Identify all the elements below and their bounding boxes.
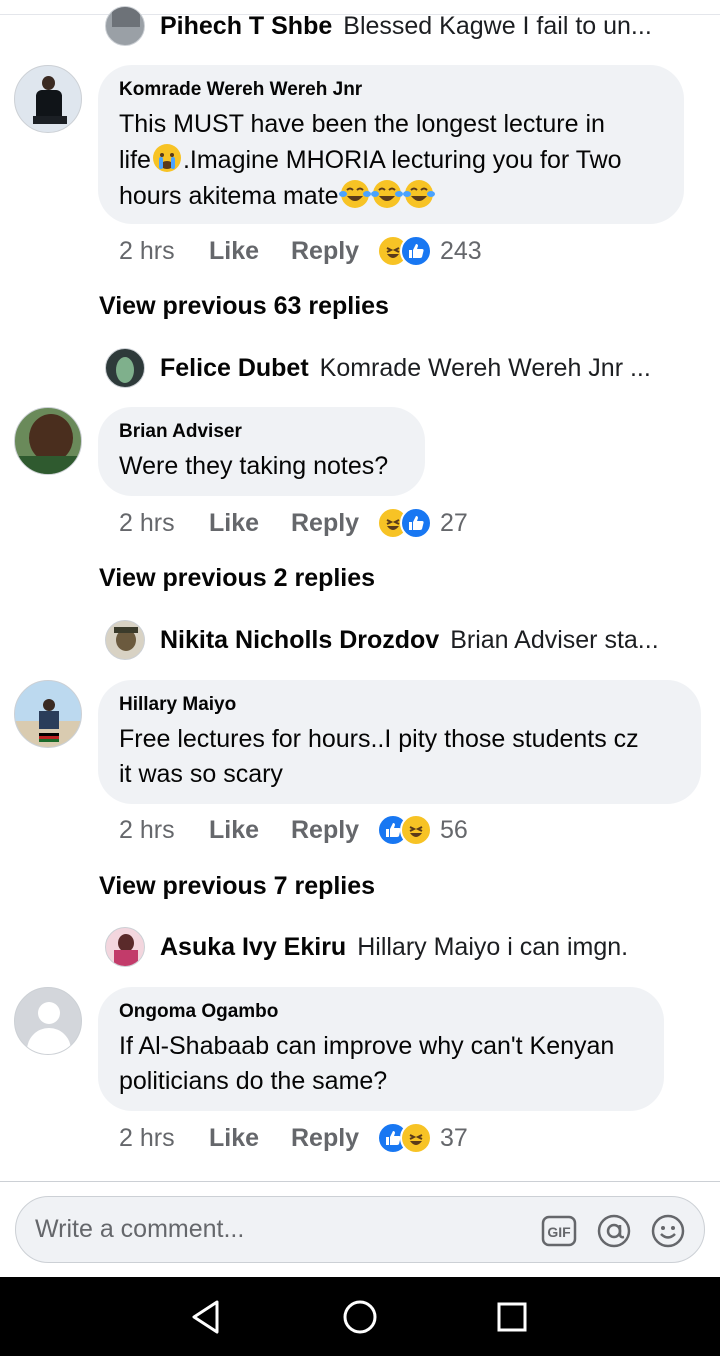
reply-preview[interactable]: Felice Dubet Komrade Wereh Wereh Jnr ...: [105, 348, 705, 388]
reaction-summary[interactable]: 37: [377, 1122, 468, 1154]
comment-bubble[interactable]: Brian Adviser Were they taking notes?: [98, 407, 425, 496]
view-previous-replies[interactable]: View previous 7 replies: [99, 872, 375, 901]
comment-author[interactable]: Hillary Maiyo: [119, 694, 679, 716]
view-previous-replies[interactable]: View previous 63 replies: [99, 292, 389, 321]
gif-icon[interactable]: GIF: [541, 1213, 577, 1249]
comment-text: This MUST have been the longest lecture …: [119, 110, 622, 210]
comment-text: Free lectures for hours..I pity those st…: [119, 725, 639, 788]
reply-preview[interactable]: Nikita Nicholls Drozdov Brian Adviser st…: [105, 620, 705, 660]
comment-author[interactable]: Brian Adviser: [119, 421, 403, 443]
reaction-count: 37: [440, 1123, 468, 1152]
comment-time[interactable]: 2 hrs: [119, 509, 209, 538]
emoji-icon[interactable]: [650, 1213, 686, 1249]
reaction-count: 243: [440, 236, 482, 265]
avatar[interactable]: [105, 348, 145, 388]
crying-face-icon: [152, 144, 181, 172]
reaction-count: 56: [440, 815, 468, 844]
tears-of-joy-icon: [338, 180, 371, 208]
haha-reaction-icon: [400, 814, 432, 846]
comment-time[interactable]: 2 hrs: [119, 1124, 209, 1153]
back-icon[interactable]: [184, 1295, 228, 1339]
like-reaction-icon: [400, 235, 432, 267]
like-button[interactable]: Like: [209, 509, 291, 538]
comment-bubble[interactable]: Hillary Maiyo Free lectures for hours..I…: [98, 680, 701, 804]
reply-preview-author[interactable]: Pihech T Shbe: [160, 12, 332, 41]
tears-of-joy-icon: [402, 180, 435, 208]
system-nav-bar: [0, 1277, 720, 1356]
comment-bubble[interactable]: Komrade Wereh Wereh Jnr This MUST have b…: [98, 65, 684, 224]
reply-button[interactable]: Reply: [291, 1124, 377, 1153]
reaction-summary[interactable]: 56: [377, 814, 468, 846]
like-button[interactable]: Like: [209, 1124, 291, 1153]
reply-button[interactable]: Reply: [291, 509, 377, 538]
home-icon[interactable]: [338, 1295, 382, 1339]
reply-preview-author[interactable]: Felice Dubet: [160, 354, 309, 383]
comment-text: Were they taking notes?: [119, 452, 389, 480]
reply-preview[interactable]: Pihech T Shbe Blessed Kagwe I fail to un…: [105, 6, 705, 46]
comment-actions: 2 hrs Like Reply 56: [119, 812, 468, 848]
haha-reaction-icon: [400, 1122, 432, 1154]
mention-icon[interactable]: [596, 1213, 632, 1249]
comment-text: If Al-Shabaab can improve why can't Keny…: [119, 1032, 615, 1095]
tears-of-joy-icon: [370, 180, 403, 208]
recents-icon[interactable]: [490, 1295, 534, 1339]
comment-input[interactable]: [35, 1215, 525, 1244]
reply-preview-text: Komrade Wereh Wereh Jnr ...: [319, 353, 651, 382]
avatar[interactable]: [14, 65, 82, 133]
like-button[interactable]: Like: [209, 237, 291, 266]
like-button[interactable]: Like: [209, 816, 291, 845]
view-previous-replies[interactable]: View previous 2 replies: [99, 564, 375, 593]
avatar[interactable]: [105, 6, 145, 46]
comment-time[interactable]: 2 hrs: [119, 237, 209, 266]
avatar[interactable]: [105, 927, 145, 967]
avatar[interactable]: [14, 407, 82, 475]
comment-bubble[interactable]: Ongoma Ogambo If Al-Shabaab can improve …: [98, 987, 664, 1111]
reply-preview[interactable]: Asuka Ivy Ekiru Hillary Maiyo i can imgn…: [105, 927, 705, 967]
reply-preview-text: Brian Adviser sta...: [450, 625, 659, 654]
reply-preview-author[interactable]: Asuka Ivy Ekiru: [160, 933, 346, 962]
reaction-summary[interactable]: 27: [377, 507, 468, 539]
comment-time[interactable]: 2 hrs: [119, 816, 209, 845]
svg-text:GIF: GIF: [547, 1224, 571, 1240]
like-reaction-icon: [400, 507, 432, 539]
reply-preview-author[interactable]: Nikita Nicholls Drozdov: [160, 626, 439, 655]
avatar[interactable]: [105, 620, 145, 660]
comment-composer: GIF: [15, 1196, 705, 1263]
default-avatar-icon[interactable]: [14, 987, 82, 1055]
reaction-summary[interactable]: 243: [377, 235, 482, 267]
reply-button[interactable]: Reply: [291, 816, 377, 845]
composer-divider: [0, 1181, 720, 1182]
reply-preview-text: Blessed Kagwe I fail to un...: [343, 11, 652, 40]
avatar[interactable]: [14, 680, 82, 748]
comment-actions: 2 hrs Like Reply 37: [119, 1120, 468, 1156]
comment-author[interactable]: Komrade Wereh Wereh Jnr: [119, 79, 662, 101]
reaction-count: 27: [440, 508, 468, 537]
comment-actions: 2 hrs Like Reply 27: [119, 505, 468, 541]
comment-author[interactable]: Ongoma Ogambo: [119, 1001, 642, 1023]
reply-button[interactable]: Reply: [291, 237, 377, 266]
reply-preview-text: Hillary Maiyo i can imgn.: [357, 932, 629, 961]
comment-actions: 2 hrs Like Reply 243: [119, 233, 482, 269]
